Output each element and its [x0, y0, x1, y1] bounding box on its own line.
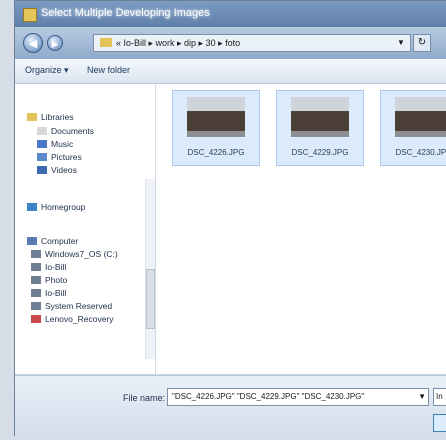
pictures-icon — [37, 153, 47, 161]
toolbar: Organize ▾ New folder — [15, 59, 446, 84]
file-item[interactable]: DSC_4230.JPG — [380, 90, 446, 166]
image-thumbnail — [291, 97, 349, 137]
organize-button[interactable]: Organize ▾ — [25, 65, 69, 76]
scrollbar-thumb[interactable] — [146, 269, 155, 329]
drive-icon — [31, 289, 41, 297]
file-name-label: DSC_4230.JPG — [395, 148, 446, 157]
music-icon — [37, 140, 47, 148]
folder-icon — [23, 8, 37, 22]
drive-icon — [31, 263, 41, 271]
open-button[interactable] — [433, 414, 446, 432]
address-bar[interactable]: « Io-Bill ▸ work ▸ dip ▸ 30 ▸ foto ▼ — [93, 34, 411, 52]
sidebar-scrollbar[interactable] — [145, 179, 155, 359]
window-title: Select Multiple Developing Images — [41, 7, 210, 19]
chevron-down-icon[interactable]: ▼ — [418, 389, 426, 405]
file-type-filter[interactable]: In — [433, 388, 446, 406]
back-arrow-icon[interactable]: ◀ — [23, 33, 43, 53]
file-item[interactable]: DSC_4226.JPG — [172, 90, 260, 166]
sidebar-item-documents[interactable]: Documents — [37, 126, 94, 139]
drive-icon — [31, 276, 41, 284]
video-icon — [37, 166, 47, 174]
chevron-down-icon[interactable]: ▼ — [394, 36, 408, 50]
sidebar-item-photo[interactable]: Photo — [31, 275, 67, 288]
drive-icon — [31, 250, 41, 258]
drive-icon — [31, 302, 41, 310]
sidebar-item-io-bill-2[interactable]: Io-Bill — [31, 288, 66, 301]
image-thumbnail — [187, 97, 245, 137]
homegroup-icon — [27, 203, 37, 211]
image-thumbnail — [395, 97, 446, 137]
dialog-footer: File name: "DSC_4226.JPG" "DSC_4229.JPG"… — [15, 375, 446, 438]
refresh-icon[interactable]: ↻ — [413, 34, 431, 52]
computer-icon — [27, 237, 37, 245]
document-icon — [37, 127, 47, 135]
file-dialog: Select Multiple Developing Images ◀ ▶ « … — [14, 0, 446, 438]
drive-icon — [31, 315, 41, 323]
address-path: « Io-Bill ▸ work ▸ dip ▸ 30 ▸ foto — [116, 38, 241, 48]
file-item[interactable]: DSC_4229.JPG — [276, 90, 364, 166]
forward-arrow-icon[interactable]: ▶ — [47, 35, 63, 51]
file-name-label: DSC_4226.JPG — [187, 148, 245, 157]
navigation-bar: ◀ ▶ « Io-Bill ▸ work ▸ dip ▸ 30 ▸ foto ▼… — [15, 27, 446, 59]
sidebar-item-lenovo-recovery[interactable]: Lenovo_Recovery — [31, 314, 114, 327]
library-icon — [27, 113, 37, 121]
sidebar-item-homegroup[interactable]: Homegroup — [27, 202, 85, 215]
file-name-label: DSC_4229.JPG — [291, 148, 349, 157]
sidebar-item-computer[interactable]: Computer — [27, 236, 78, 249]
sidebar-item-system-reserved[interactable]: System Reserved — [31, 301, 112, 314]
new-folder-button[interactable]: New folder — [87, 65, 130, 75]
sidebar-item-pictures[interactable]: Pictures — [37, 152, 82, 165]
folder-icon — [100, 38, 112, 47]
sidebar-item-music[interactable]: Music — [37, 139, 73, 152]
file-name-caption: File name: — [123, 393, 166, 403]
file-name-input[interactable]: "DSC_4226.JPG" "DSC_4229.JPG" "DSC_4230.… — [167, 388, 429, 406]
navigation-pane: Libraries Documents Music Pictures Video… — [15, 84, 156, 374]
file-list: DSC_4226.JPG DSC_4229.JPG DSC_4230.JPG — [156, 84, 446, 374]
sidebar-item-videos[interactable]: Videos — [37, 165, 77, 178]
sidebar-item-io-bill[interactable]: Io-Bill — [31, 262, 66, 275]
title-bar: Select Multiple Developing Images — [15, 1, 446, 27]
sidebar-item-libraries[interactable]: Libraries — [27, 112, 74, 125]
sidebar-item-drive-c[interactable]: Windows7_OS (C:) — [31, 249, 118, 262]
